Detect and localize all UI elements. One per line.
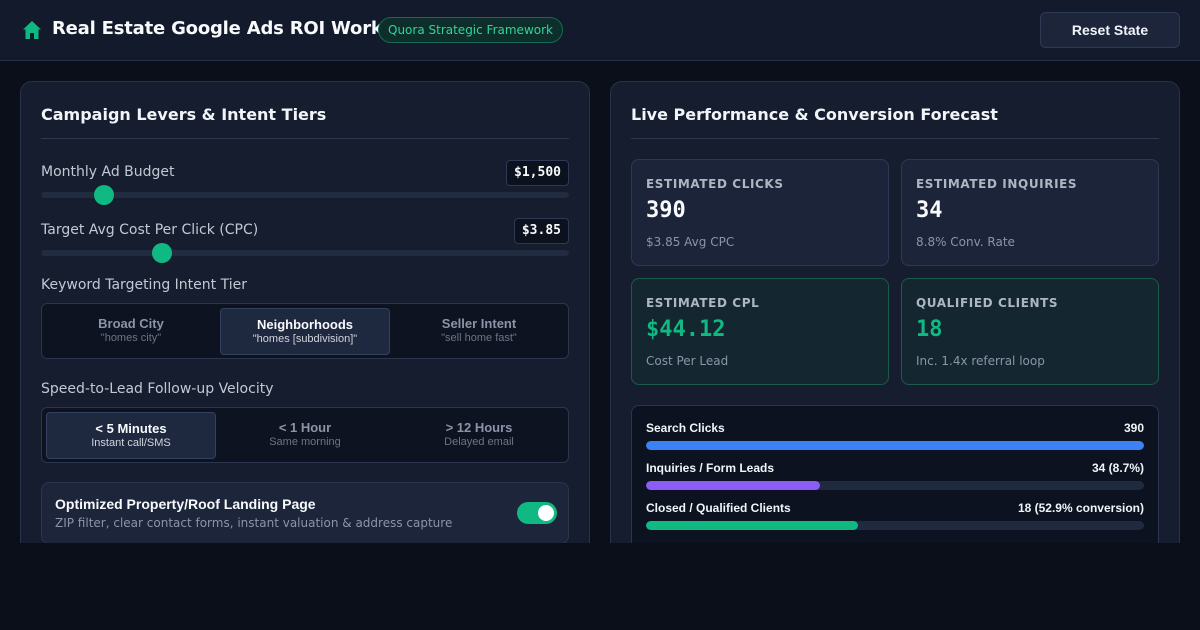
landing-page-title: Optimized Property/Roof Landing Page [55, 496, 316, 512]
intent-option-broad-city[interactable]: Broad City "homes city" [46, 308, 216, 355]
divider [631, 138, 1159, 139]
funnel-bar-qualified-clients [646, 521, 1144, 530]
metric-subtext: Inc. 1.4x referral loop [916, 354, 1045, 368]
speed-to-lead-label: Speed-to-Lead Follow-up Velocity [41, 381, 274, 397]
panel-title: Live Performance & Conversion Forecast [631, 105, 998, 124]
intent-tier-label: Keyword Targeting Intent Tier [41, 277, 247, 293]
landing-page-description: ZIP filter, clear contact forms, instant… [55, 516, 453, 530]
funnel-value-qualified-clients: 18 (52.9% conversion) [1017, 501, 1144, 515]
metric-value: 34 [916, 198, 943, 223]
metric-label: QUALIFIED CLIENTS [916, 296, 1059, 310]
speed-option-12-hours[interactable]: > 12 Hours Delayed email [394, 412, 564, 459]
framework-badge: Quora Strategic Framework [378, 17, 563, 43]
cpc-label: Target Avg Cost Per Click (CPC) [41, 222, 259, 238]
reset-state-button[interactable]: Reset State [1040, 12, 1180, 48]
metric-qualified-clients: QUALIFIED CLIENTS 18 Inc. 1.4x referral … [901, 278, 1159, 385]
metric-estimated-clicks: ESTIMATED CLICKS 390 $3.85 Avg CPC [631, 159, 889, 266]
option-subtitle: Delayed email [444, 436, 514, 448]
metric-value: 18 [916, 317, 943, 342]
metric-subtext: 8.8% Conv. Rate [916, 235, 1015, 249]
cpc-slider-thumb[interactable] [152, 243, 173, 263]
budget-value: $1,500 [506, 160, 569, 186]
budget-label: Monthly Ad Budget [41, 164, 175, 180]
option-title: Seller Intent [441, 316, 517, 331]
cpc-slider[interactable] [41, 243, 569, 263]
toggle-knob [538, 505, 554, 521]
campaign-levers-panel: Campaign Levers & Intent Tiers Monthly A… [20, 81, 590, 543]
forecast-panel: Live Performance & Conversion Forecast E… [610, 81, 1180, 543]
metric-label: ESTIMATED CLICKS [646, 177, 784, 191]
metric-subtext: $3.85 Avg CPC [646, 235, 735, 249]
conversion-funnel: Search Clicks 390 Inquiries / Form Leads… [631, 405, 1159, 543]
funnel-fill-qualified-clients [646, 521, 858, 530]
intent-tier-selector: Broad City "homes city" Neighborhoods "h… [41, 303, 569, 359]
funnel-label-qualified-clients: Closed / Qualified Clients [646, 501, 791, 515]
divider [41, 138, 569, 139]
landing-page-card: Optimized Property/Roof Landing Page ZIP… [41, 482, 569, 543]
option-title: > 12 Hours [445, 420, 513, 435]
funnel-bar-inquiries [646, 481, 1144, 490]
option-subtitle: "sell home fast" [441, 332, 517, 344]
intent-option-seller-intent[interactable]: Seller Intent "sell home fast" [394, 308, 564, 355]
option-subtitle: Same morning [269, 436, 341, 448]
budget-slider-thumb[interactable] [94, 185, 115, 205]
speed-option-1-hour[interactable]: < 1 Hour Same morning [220, 412, 390, 459]
option-title: < 1 Hour [278, 420, 332, 435]
funnel-label-search-clicks: Search Clicks [646, 421, 725, 435]
option-title: < 5 Minutes [95, 421, 167, 436]
metric-subtext: Cost Per Lead [646, 354, 729, 368]
option-subtitle: "homes [subdivision]" [252, 333, 358, 345]
funnel-bar-search-clicks [646, 441, 1144, 450]
metric-value: $44.12 [646, 317, 726, 342]
intent-option-neighborhoods[interactable]: Neighborhoods "homes [subdivision]" [220, 308, 390, 355]
metric-label: ESTIMATED INQUIRIES [916, 177, 1078, 191]
option-title: Neighborhoods [256, 317, 354, 332]
home-icon [23, 21, 41, 39]
funnel-fill-inquiries [646, 481, 821, 490]
speed-to-lead-selector: < 5 Minutes Instant call/SMS < 1 Hour Sa… [41, 407, 569, 463]
funnel-label-inquiries: Inquiries / Form Leads [646, 461, 775, 475]
metric-value: 390 [646, 198, 686, 223]
app-header: Real Estate Google Ads ROI Workbench Quo… [0, 0, 1200, 61]
metric-estimated-inquiries: ESTIMATED INQUIRIES 34 8.8% Conv. Rate [901, 159, 1159, 266]
metric-estimated-cpl: ESTIMATED CPL $44.12 Cost Per Lead [631, 278, 889, 385]
funnel-value-search-clicks: 390 [1123, 421, 1144, 435]
funnel-fill-search-clicks [646, 441, 1144, 450]
funnel-value-inquiries: 34 (8.7%) [1091, 461, 1144, 475]
option-subtitle: "homes city" [100, 332, 162, 344]
option-subtitle: Instant call/SMS [91, 437, 171, 449]
panel-title: Campaign Levers & Intent Tiers [41, 105, 327, 124]
landing-page-toggle[interactable] [517, 502, 557, 524]
metric-label: ESTIMATED CPL [646, 296, 760, 310]
budget-slider[interactable] [41, 185, 569, 205]
option-title: Broad City [98, 316, 164, 331]
speed-option-5-minutes[interactable]: < 5 Minutes Instant call/SMS [46, 412, 216, 459]
cpc-value: $3.85 [513, 218, 569, 244]
